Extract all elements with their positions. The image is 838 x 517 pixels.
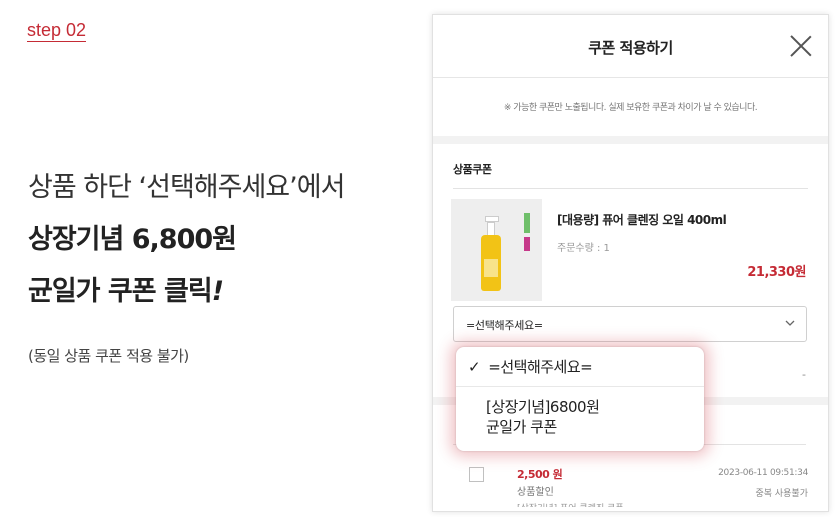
headline-line-3: 균일가 쿠폰 클릭!	[28, 274, 408, 310]
coupon-detail: [상장기념] 퓨어 클렌징 쿠폰	[517, 501, 624, 507]
coupon-date: 2023-06-11 09:51:34	[718, 468, 808, 478]
section-divider	[433, 136, 828, 144]
coupon-checkbox[interactable]	[469, 467, 484, 482]
product-image	[451, 199, 542, 301]
dropdown-option-coupon[interactable]: [상장기념]6800원 균일가 쿠폰	[456, 387, 704, 437]
headline-line-1: 상품 하단 ‘선택해주세요’에서	[28, 172, 345, 203]
product-name: [대용량] 퓨어 클렌징 오일 400ml	[557, 213, 727, 227]
headline: 상품 하단 ‘선택해주세요’에서 상장기념 6,800원 균일가 쿠폰 클릭!	[28, 170, 408, 310]
dropdown-option-default[interactable]: ✓ =선택해주세요=	[456, 347, 704, 387]
headline-exclaim: !	[211, 276, 224, 307]
product-quantity: 주문수량 : 1	[557, 243, 610, 254]
panel-header: 쿠폰 적용하기	[433, 15, 828, 78]
headline-line-3-text: 균일가 쿠폰 클릭	[28, 276, 213, 307]
product-price: 21,330원	[747, 265, 806, 280]
dropdown-option-default-label: =선택해주세요=	[488, 358, 593, 376]
headline-note: (동일 상품 쿠폰 적용 불가)	[28, 347, 189, 365]
coupon-amount: 2,500 원	[517, 468, 563, 481]
discount-value: -	[802, 368, 806, 381]
coupon-select[interactable]: =선택해주세요=	[453, 306, 807, 342]
panel-title: 쿠폰 적용하기	[588, 39, 673, 57]
section-title: 상품쿠폰	[453, 144, 808, 189]
close-icon[interactable]	[790, 35, 812, 57]
dropdown-option-coupon-line1: [상장기념]6800원	[486, 398, 600, 416]
step-label: step 02	[27, 20, 87, 42]
dropdown-option-coupon-line2: 균일가 쿠폰	[486, 418, 557, 436]
headline-line-2: 상장기념 6,800원	[28, 224, 237, 255]
product-row: [대용량] 퓨어 클렌징 오일 400ml 주문수량 : 1 21,330원	[433, 189, 828, 307]
coupon-status: 중복 사용불가	[755, 489, 808, 499]
panel-notice: ※ 가능한 쿠폰만 노출됩니다. 실제 보유한 쿠폰과 차이가 날 수 있습니다…	[503, 103, 758, 113]
coupon-dropdown: ✓ =선택해주세요= [상장기념]6800원 균일가 쿠폰	[456, 347, 704, 451]
coupon-select-value: =선택해주세요=	[466, 319, 543, 332]
chevron-down-icon	[785, 320, 795, 326]
check-icon: ✓	[468, 358, 481, 376]
coupon-name: 상품할인	[517, 487, 554, 498]
